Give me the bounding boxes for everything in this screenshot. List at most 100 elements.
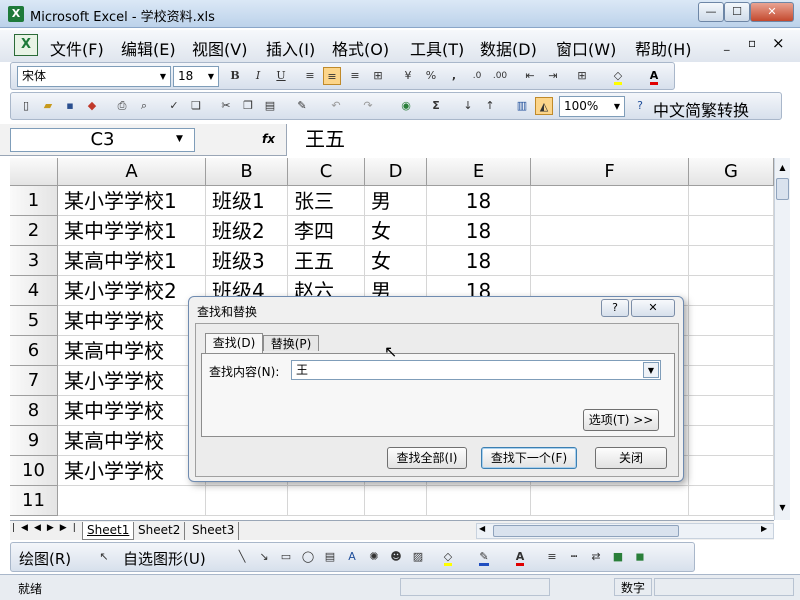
maximize-button[interactable]: ☐ xyxy=(724,2,750,22)
col-header-g[interactable]: G xyxy=(689,158,774,186)
close-window-button[interactable]: ✕ xyxy=(750,2,794,22)
font-color-icon[interactable]: A xyxy=(511,548,529,566)
cell[interactable]: 18 xyxy=(427,186,531,216)
dash-style-icon[interactable]: ┅ xyxy=(565,548,583,566)
name-box-dropdown-icon[interactable]: ▼ xyxy=(176,134,183,144)
cell[interactable] xyxy=(689,216,774,246)
cell[interactable]: 女 xyxy=(365,246,427,276)
open-icon[interactable]: ▰ xyxy=(39,97,57,115)
menu-edit[interactable]: 编辑(E) xyxy=(121,36,176,60)
cell[interactable]: 某小学学校 xyxy=(58,456,206,486)
sort-ascending-icon[interactable]: ↓ xyxy=(459,97,477,115)
cell[interactable]: 李四 xyxy=(288,216,365,246)
menu-view[interactable]: 视图(V) xyxy=(192,36,247,60)
zoom-combo[interactable]: 100% ▼ xyxy=(559,96,625,117)
draw-menu-button[interactable]: 绘图(R) xyxy=(19,548,71,569)
cell[interactable] xyxy=(531,186,689,216)
row-header[interactable]: 1 xyxy=(10,186,58,216)
dialog-close-icon[interactable]: ✕ xyxy=(631,299,675,317)
menu-file[interactable]: 文件(F) xyxy=(50,36,104,60)
font-name-combo[interactable]: 宋体 ▼ xyxy=(17,66,171,87)
hyperlink-icon[interactable]: ◉ xyxy=(397,97,415,115)
col-header-d[interactable]: D xyxy=(365,158,427,186)
cell[interactable]: 18 xyxy=(427,246,531,276)
currency-icon[interactable]: ¥ xyxy=(399,67,417,85)
cell[interactable] xyxy=(427,486,531,516)
copy-icon[interactable]: ❐ xyxy=(239,97,257,115)
save-icon[interactable]: ▪ xyxy=(61,97,79,115)
cell[interactable] xyxy=(206,486,288,516)
row-header[interactable]: 3 xyxy=(10,246,58,276)
diagram-icon[interactable]: ✺ xyxy=(365,548,383,566)
sheet-nav-arrows-icon[interactable]: |◀◀▶▶| xyxy=(12,523,82,533)
format-painter-icon[interactable]: ✎ xyxy=(293,97,311,115)
textbox-icon[interactable]: ▤ xyxy=(321,548,339,566)
borders-icon[interactable]: ⊞ xyxy=(573,67,591,85)
excel-doc-icon[interactable]: X xyxy=(14,34,38,56)
sheet-tab-1[interactable]: Sheet1 xyxy=(82,522,135,540)
cell[interactable] xyxy=(689,396,774,426)
italic-button[interactable]: I xyxy=(249,67,267,85)
doc-minimize-icon[interactable]: _ xyxy=(724,38,730,51)
oval-icon[interactable]: ◯ xyxy=(299,548,317,566)
decrease-indent-icon[interactable]: ⇤ xyxy=(521,67,539,85)
find-what-input[interactable]: 王 ▼ xyxy=(291,360,661,380)
fill-color-icon[interactable]: ◇ xyxy=(439,548,457,566)
permission-icon[interactable]: ◆ xyxy=(83,97,101,115)
scroll-left-icon[interactable]: ◀ xyxy=(479,524,485,533)
cell[interactable]: 班级1 xyxy=(206,186,288,216)
cell[interactable] xyxy=(689,486,774,516)
menu-help[interactable]: 帮助(H) xyxy=(635,36,692,60)
research-icon[interactable]: ❏ xyxy=(187,97,205,115)
chart-wizard-icon[interactable]: ▥ xyxy=(513,97,531,115)
line-style-icon[interactable]: ≡ xyxy=(543,548,561,566)
find-all-button[interactable]: 查找全部(I) xyxy=(387,447,467,469)
cell[interactable]: 18 xyxy=(427,216,531,246)
minimize-button[interactable]: — xyxy=(698,2,724,22)
cell[interactable] xyxy=(58,486,206,516)
cut-icon[interactable]: ✂ xyxy=(217,97,235,115)
underline-button[interactable]: U xyxy=(272,67,290,85)
arrow-style-icon[interactable]: ⇄ xyxy=(587,548,605,566)
drawing-toggle-icon[interactable]: ◭ xyxy=(535,97,553,115)
row-header[interactable]: 9 xyxy=(10,426,58,456)
scroll-down-icon[interactable]: ▼ xyxy=(776,500,789,516)
name-box[interactable]: C3 xyxy=(10,128,195,152)
picture-icon[interactable]: ▨ xyxy=(409,548,427,566)
cell[interactable] xyxy=(689,186,774,216)
fill-color-icon[interactable]: ◇ xyxy=(609,67,627,85)
comma-style-button[interactable]: , xyxy=(445,67,463,85)
merge-center-icon[interactable]: ⊞ xyxy=(369,67,387,85)
dialog-help-button[interactable]: ? xyxy=(601,299,629,317)
row-header[interactable]: 7 xyxy=(10,366,58,396)
doc-restore-icon[interactable]: ▫ xyxy=(748,36,756,50)
arrow-icon[interactable]: ↘ xyxy=(255,548,273,566)
doc-close-icon[interactable]: × xyxy=(772,34,785,52)
chevron-down-icon[interactable]: ▼ xyxy=(156,67,170,86)
chevron-down-icon[interactable]: ▼ xyxy=(204,67,218,86)
select-objects-icon[interactable]: ↖ xyxy=(95,548,113,566)
cell[interactable] xyxy=(689,456,774,486)
tab-find[interactable]: 查找(D) xyxy=(205,333,263,353)
autosum-icon[interactable]: Σ xyxy=(427,97,445,115)
row-header[interactable]: 10 xyxy=(10,456,58,486)
cell[interactable]: 某小学学校1 xyxy=(58,186,206,216)
cell[interactable] xyxy=(531,486,689,516)
menu-insert[interactable]: 插入(I) xyxy=(266,36,315,60)
cell[interactable]: 班级2 xyxy=(206,216,288,246)
paste-icon[interactable]: ▤ xyxy=(261,97,279,115)
menu-data[interactable]: 数据(D) xyxy=(480,36,537,60)
cell[interactable] xyxy=(689,426,774,456)
cell[interactable]: 王五 xyxy=(288,246,365,276)
new-icon[interactable]: ▯ xyxy=(17,97,35,115)
cell[interactable]: 某高中学校 xyxy=(58,336,206,366)
cell[interactable]: 某小学学校2 xyxy=(58,276,206,306)
help-icon[interactable]: ? xyxy=(631,97,649,115)
chinese-conversion-button[interactable]: 中文简繁转换 xyxy=(653,97,749,121)
3d-style-icon[interactable]: ◼ xyxy=(631,548,649,566)
menu-window[interactable]: 窗口(W) xyxy=(556,36,616,60)
cell[interactable] xyxy=(689,306,774,336)
percent-button[interactable]: % xyxy=(422,67,440,85)
sheet-tab-3[interactable]: Sheet3 xyxy=(188,522,240,540)
cell[interactable] xyxy=(288,486,365,516)
